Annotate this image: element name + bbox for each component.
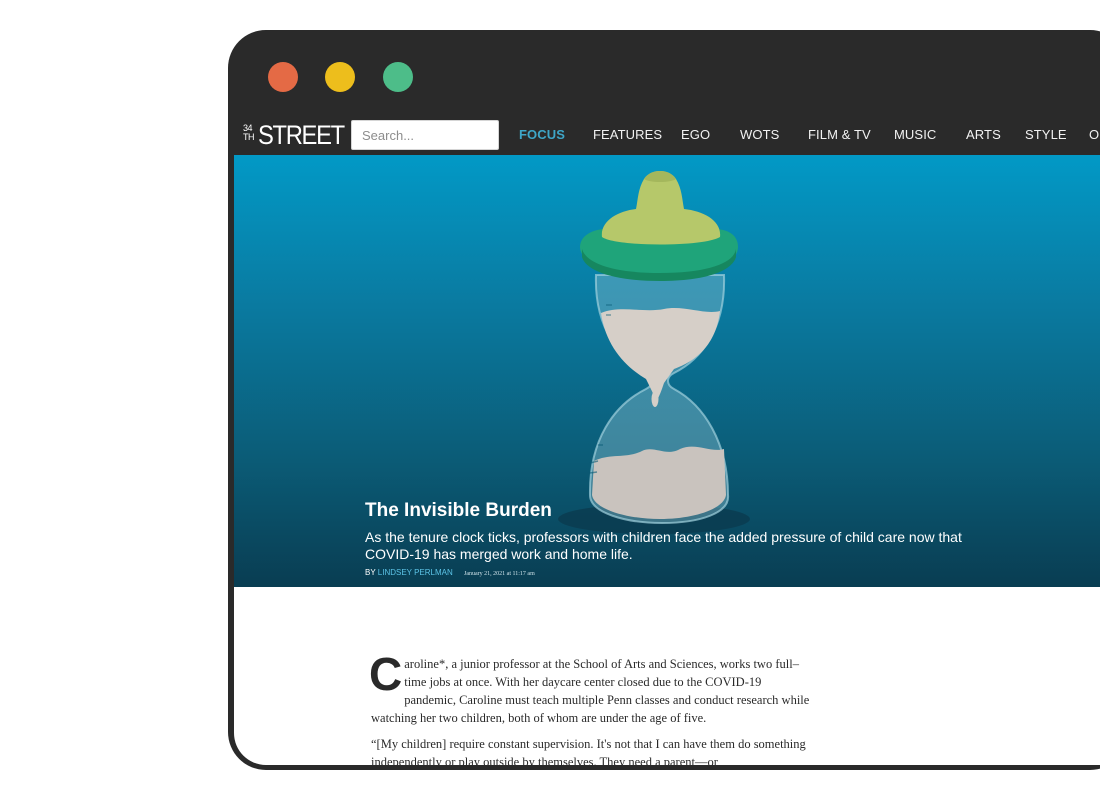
nav-ego[interactable]: EGO — [681, 127, 710, 142]
logo-numeral-th: TH — [243, 132, 255, 142]
article-paragraph-2: “[My children] require constant supervis… — [371, 737, 806, 765]
device-frame: 34 TH STREET FOCUS FEATURES EGO WOTS FIL… — [228, 30, 1100, 770]
article-subtitle: As the tenure clock ticks, professors wi… — [365, 529, 962, 562]
nav-features[interactable]: FEATURES — [593, 127, 662, 142]
article-body: Caroline*, a junior professor at the Sch… — [369, 648, 811, 765]
byline: BY LINDSEY PERLMAN January 21, 2021 at 1… — [365, 568, 1005, 577]
hero-banner[interactable]: The Invisible Burden As the tenure clock… — [234, 155, 1100, 587]
drop-cap: C — [369, 648, 403, 700]
publish-date: January 21, 2021 at 11:17 am — [464, 571, 535, 577]
hero-text-block: The Invisible Burden As the tenure clock… — [365, 500, 1005, 577]
window-minimize-dot[interactable] — [325, 62, 355, 92]
browser-screen: 34 TH STREET FOCUS FEATURES EGO WOTS FIL… — [234, 115, 1100, 765]
article-paragraph-1: Caroline*, a junior professor at the Sch… — [369, 648, 811, 727]
search-input[interactable] — [351, 120, 499, 150]
byline-prefix: BY — [365, 568, 376, 577]
nav-focus[interactable]: FOCUS — [519, 127, 565, 142]
nav-wots[interactable]: WOTS — [740, 127, 779, 142]
site-navbar: 34 TH STREET FOCUS FEATURES EGO WOTS FIL… — [234, 115, 1100, 155]
logo-numerals: 34 TH — [243, 124, 257, 142]
paragraph-1-text: aroline*, a junior professor at the Scho… — [371, 657, 810, 725]
author-link[interactable]: LINDSEY PERLMAN — [378, 568, 453, 577]
logo-word: STREET — [258, 120, 345, 150]
nav-arts[interactable]: ARTS — [966, 127, 1001, 142]
nav-style[interactable]: STYLE — [1025, 127, 1067, 142]
window-maximize-dot[interactable] — [383, 62, 413, 92]
article-headline[interactable]: The Invisible Burden — [365, 500, 1005, 522]
nav-more-cutoff[interactable]: O — [1089, 127, 1099, 142]
site-logo[interactable]: 34 TH STREET — [240, 115, 352, 155]
nav-music[interactable]: MUSIC — [894, 127, 936, 142]
nav-film-tv[interactable]: FILM & TV — [808, 127, 871, 142]
window-close-dot[interactable] — [268, 62, 298, 92]
